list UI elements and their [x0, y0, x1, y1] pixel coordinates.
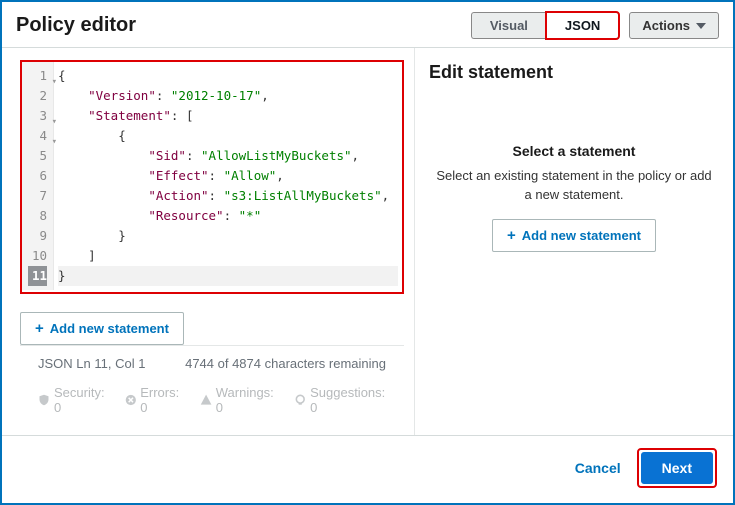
actions-dropdown[interactable]: Actions	[629, 12, 719, 39]
lint-suggestions: Suggestions: 0	[294, 385, 387, 415]
side-add-label: Add new statement	[522, 228, 641, 243]
warning-icon	[200, 393, 212, 407]
status-bar: JSON Ln 11, Col 1 4744 of 4874 character…	[20, 345, 404, 379]
shield-icon	[38, 393, 50, 407]
error-icon	[125, 393, 137, 407]
editor-mode-tabs: Visual JSON	[471, 12, 619, 39]
side-panel-title: Edit statement	[429, 62, 719, 83]
page-title: Policy editor	[16, 14, 471, 37]
cursor-position: JSON Ln 11, Col 1	[38, 356, 145, 371]
line-gutter: 1▾23▾4▾567891011	[22, 62, 54, 290]
side-add-statement-button[interactable]: + Add new statement	[492, 219, 656, 252]
lint-errors: Errors: 0	[125, 385, 182, 415]
lightbulb-icon	[294, 393, 306, 407]
chars-remaining: 4744 of 4874 characters remaining	[185, 356, 386, 371]
chevron-down-icon	[696, 23, 706, 29]
lint-bar: Security: 0 Errors: 0 Warnings: 0 Sugges…	[20, 379, 404, 425]
side-panel-description: Select an existing statement in the poli…	[429, 167, 719, 205]
next-button[interactable]: Next	[641, 452, 713, 484]
tab-visual[interactable]: Visual	[471, 12, 546, 39]
lint-security: Security: 0	[38, 385, 107, 415]
tab-json[interactable]: JSON	[546, 12, 619, 39]
edit-statement-panel: Edit statement Select a statement Select…	[415, 48, 733, 435]
cancel-button[interactable]: Cancel	[575, 460, 621, 476]
actions-label: Actions	[642, 18, 690, 33]
plus-icon: +	[35, 320, 44, 337]
add-statement-button[interactable]: + Add new statement	[20, 312, 184, 345]
lint-warnings: Warnings: 0	[200, 385, 276, 415]
json-editor[interactable]: 1▾23▾4▾567891011 { "Version": "2012-10-1…	[20, 60, 404, 294]
add-statement-label: Add new statement	[50, 321, 169, 336]
code-content[interactable]: { "Version": "2012-10-17", "Statement": …	[54, 62, 402, 290]
side-panel-subtitle: Select a statement	[429, 143, 719, 159]
plus-icon: +	[507, 227, 516, 244]
